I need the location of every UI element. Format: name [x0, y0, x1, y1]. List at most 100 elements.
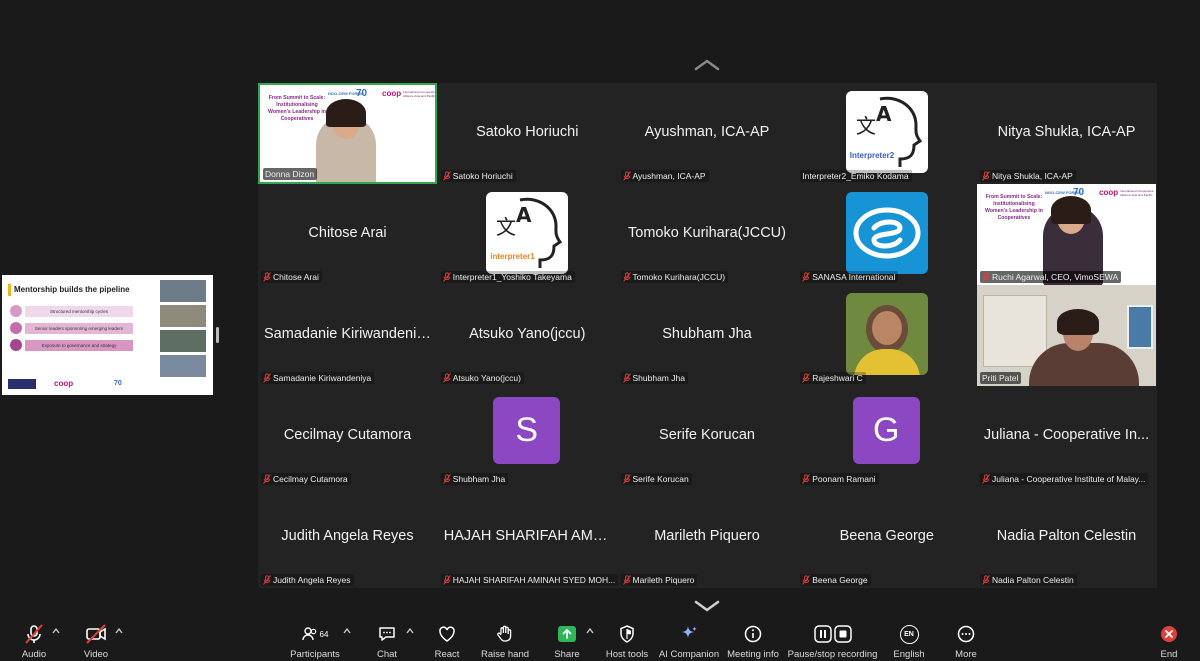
react-button[interactable]: React	[433, 614, 461, 661]
recording-button[interactable]: Pause/stop recording	[788, 614, 877, 661]
participant-name: Serife Korucan	[659, 427, 755, 443]
participant-label: Interpreter2_Emiko Kodama	[800, 170, 912, 182]
gallery-grid: From Summit to Scale: Institutionalising…	[258, 83, 1157, 588]
participant-label-text: Tomoko Kurihara(JCCU)	[632, 272, 726, 282]
participant-tile[interactable]: Atsuko Yano(jccu) Atsuko Yano(jccu)	[437, 285, 617, 386]
share-logos	[8, 379, 36, 389]
participant-label-text: Satoko Horiuchi	[452, 171, 513, 181]
participant-label-text: Priti Patel	[982, 373, 1019, 383]
microphone-muted-icon	[442, 171, 451, 181]
participant-tile[interactable]: Priti Patel	[977, 285, 1156, 386]
interpreter-badge: interpreter1	[490, 252, 535, 261]
participant-tile[interactable]: Serife Korucan Serife Korucan	[617, 386, 797, 487]
participant-label-text: Judith Angela Reyes	[273, 575, 351, 585]
participant-tile[interactable]: From Summit to Scale: Institutionalising…	[977, 184, 1156, 285]
interpreter-badge: Interpreter2	[849, 151, 895, 160]
participant-tile[interactable]: Nadia Palton Celestin Nadia Palton Celest…	[977, 487, 1156, 588]
participant-tile[interactable]: Marileth Piquero Marileth Piquero	[617, 487, 797, 588]
participant-tile[interactable]: Samadanie Kiriwandeniya Samadanie Kiriwan…	[258, 285, 437, 386]
avatar: G	[852, 396, 920, 464]
audio-button[interactable]: Audio	[20, 614, 48, 661]
participant-tile[interactable]: Beena George Beena George	[797, 487, 977, 588]
video-options-caret-icon[interactable]	[115, 628, 123, 634]
participants-button[interactable]: 64 Participants	[290, 614, 340, 661]
microphone-muted-icon	[263, 575, 271, 585]
microphone-muted-icon	[982, 575, 990, 585]
participant-tile[interactable]: 文 A Interpreter2 Interpreter2_Emiko Kodama	[797, 83, 977, 184]
hand-icon	[493, 623, 517, 645]
participant-label-text: Shubham Jha	[452, 474, 506, 484]
participant-label-text: Juliana - Cooperative Institute of Malay…	[992, 474, 1146, 484]
participant-label-text: Nitya Shukla, ICA-AP	[992, 171, 1073, 181]
participant-tile[interactable]: From Summit to Scale: Institutionalising…	[258, 83, 437, 184]
participant-tile[interactable]: S Shubham Jha	[437, 386, 617, 487]
participant-name: Atsuko Yano(jccu)	[469, 326, 586, 342]
participant-tile[interactable]: Shubham Jha Shubham Jha	[617, 285, 797, 386]
participant-label-text: HAJAH SHARIFAH AMINAH SYED MOH...	[452, 575, 616, 585]
participant-label-text: Chitose Arai	[273, 272, 319, 282]
chat-options-caret-icon[interactable]	[406, 628, 414, 634]
microphone-muted-icon	[622, 272, 631, 282]
participant-tile[interactable]: Chitose Arai Chitose Arai	[258, 184, 437, 285]
host-tools-label: Host tools	[605, 649, 649, 660]
participant-tile[interactable]: HAJAH SHARIFAH AMIN... HAJAH SHARIFAH AMI…	[437, 487, 619, 588]
participant-label: Cecilmay Cutamora	[261, 473, 351, 485]
shield-icon	[615, 623, 639, 645]
avatar: S	[493, 396, 561, 464]
participant-label-text: SANASA International	[812, 272, 896, 282]
person-hair	[1051, 196, 1091, 224]
share-forum-num: 70	[114, 380, 122, 387]
participant-tile[interactable]: Juliana - Cooperative In... Juliana - Coo…	[977, 386, 1156, 487]
participant-label-text: Ruchi Agarwal, CEO, VimoSEWA	[992, 272, 1119, 282]
participants-icon: 64	[295, 623, 335, 645]
chat-button[interactable]: Chat	[373, 614, 401, 661]
chevron-down-icon[interactable]	[693, 599, 721, 613]
audio-label: Audio	[21, 649, 47, 660]
more-icon	[954, 623, 978, 645]
video-button[interactable]: Video	[82, 614, 110, 661]
camera-off-icon	[84, 623, 108, 645]
participant-label: Judith Angela Reyes	[261, 574, 354, 586]
chevron-up-icon[interactable]	[693, 58, 721, 72]
host-tools-button[interactable]: Host tools	[605, 614, 649, 661]
participant-label: HAJAH SHARIFAH AMINAH SYED MOH...	[440, 574, 619, 586]
end-label: End	[1160, 649, 1178, 660]
more-button[interactable]: More	[952, 614, 980, 661]
participant-label: Juliana - Cooperative Institute of Malay…	[980, 473, 1149, 485]
participant-label: Beena George	[800, 574, 871, 586]
participant-tile[interactable]: G Poonam Ramani	[797, 386, 977, 487]
end-button[interactable]: End	[1155, 614, 1183, 661]
share-button[interactable]: Share	[553, 614, 581, 661]
participant-tile[interactable]: Nitya Shukla, ICA-AP Nitya Shukla, ICA-AP	[977, 83, 1156, 184]
participant-tile[interactable]: Rajeshwari C	[797, 285, 977, 386]
participant-tile[interactable]: Satoko Horiuchi Satoko Horiuchi	[437, 83, 617, 184]
shared-screen-thumbnail[interactable]: Mentorship builds the pipeline Structure…	[2, 275, 213, 395]
person-hair	[326, 99, 366, 127]
translate-icon: 文A	[496, 197, 563, 268]
share-options-caret-icon[interactable]	[586, 628, 594, 634]
participant-label: Tomoko Kurihara(JCCU)	[620, 271, 729, 283]
ai-companion-button[interactable]: AI Companion	[658, 614, 720, 661]
microphone-muted-icon	[442, 575, 451, 585]
participant-label: Donna Dizon	[263, 168, 318, 180]
participant-tile[interactable]: Ayushman, ICA-AP Ayushman, ICA-AP	[617, 83, 797, 184]
language-button[interactable]: EN English	[893, 614, 925, 661]
participant-label-text: Marileth Piquero	[632, 575, 695, 585]
ai-companion-label: AI Companion	[658, 649, 720, 660]
raise-hand-button[interactable]: Raise hand	[481, 614, 529, 661]
participant-tile[interactable]: Tomoko Kurihara(JCCU) Tomoko Kurihara(JCC…	[617, 184, 797, 285]
participant-tile[interactable]: 文 Ainterpreter1 Interpreter1_Yoshiko Takey…	[437, 184, 617, 285]
participant-tile[interactable]: Cecilmay Cutamora Cecilmay Cutamora	[258, 386, 437, 487]
profile-photo	[845, 293, 928, 375]
resize-handle[interactable]	[216, 327, 219, 343]
microphone-muted-icon	[802, 575, 811, 585]
participant-name: Chitose Arai	[308, 225, 387, 241]
participant-name: Ayushman, ICA-AP	[644, 124, 770, 140]
wall-art	[983, 295, 1047, 367]
participant-tile[interactable]: SANASA International	[797, 184, 977, 285]
participant-tile[interactable]: Judith Angela Reyes Judith Angela Reyes	[258, 487, 437, 588]
audio-options-caret-icon[interactable]	[52, 628, 60, 634]
participant-label: SANASA International	[800, 271, 899, 283]
meeting-info-button[interactable]: Meeting info	[727, 614, 779, 661]
participants-options-caret-icon[interactable]	[343, 628, 351, 634]
